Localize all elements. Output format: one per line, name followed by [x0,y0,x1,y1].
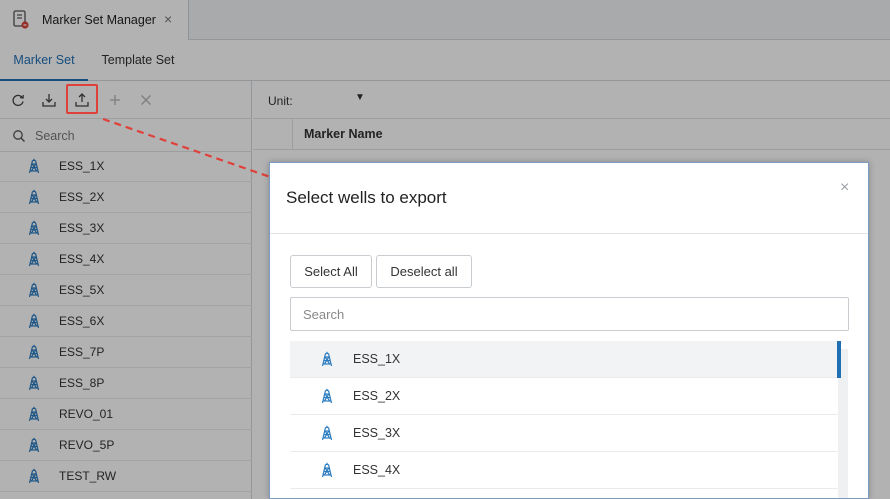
dialog-well-name: ESS_3X [353,426,401,440]
dialog-well-name: ESS_4X [353,463,401,477]
dialog-well-name: ESS_1X [353,352,401,366]
well-rig-icon [321,462,333,478]
dialog-close-icon[interactable]: × [840,180,849,196]
dialog-well-item[interactable]: ESS_4X [290,452,841,489]
dialog-search-placeholder: Search [303,306,345,322]
export-button-highlight [66,84,98,114]
dialog-title: Select wells to export [286,188,447,207]
dialog-list-selection-indicator [837,341,841,378]
well-rig-icon [321,388,333,404]
dialog-well-name: ESS_2X [353,389,401,403]
select-all-button[interactable]: Select All [290,255,372,288]
dialog-divider [270,233,868,234]
deselect-all-button[interactable]: Deselect all [376,255,472,288]
dialog-well-item[interactable]: ESS_1X [290,341,841,378]
dialog-search-input[interactable]: Search [290,297,849,331]
dialog-well-item[interactable]: ESS_2X [290,378,841,415]
well-rig-icon [321,425,333,441]
well-rig-icon [321,351,333,367]
dialog-well-list: ESS_1X ESS_2X ESS_3X ESS_4X [290,341,841,489]
export-wells-dialog: Select wells to export × Select All Dese… [269,162,869,499]
dialog-well-item[interactable]: ESS_3X [290,415,841,452]
